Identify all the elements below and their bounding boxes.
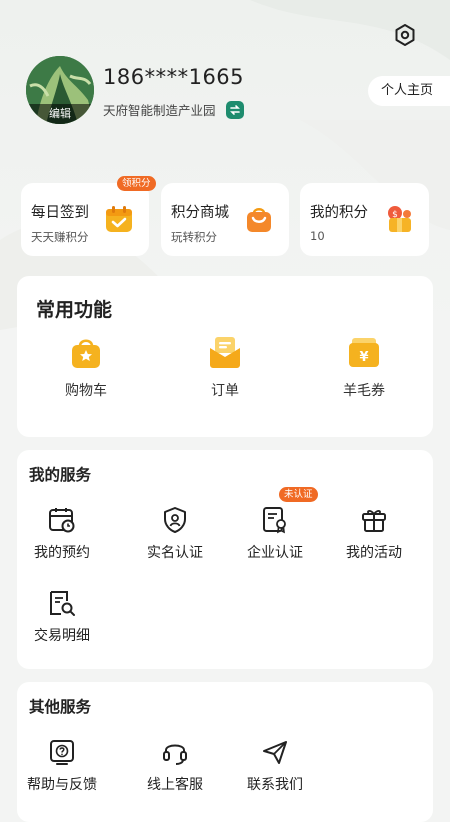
- card-title: 我的积分: [310, 205, 368, 221]
- park-row[interactable]: 天府智能制造产业园: [103, 100, 244, 119]
- service-online-support[interactable]: 线上客服: [125, 738, 225, 794]
- cart-label: 购物车: [65, 383, 107, 399]
- order-item[interactable]: 订单: [180, 334, 270, 400]
- card-title: 每日签到: [31, 205, 89, 221]
- shopping-bag-icon: [247, 208, 271, 232]
- company-cert-label: 企业认证: [247, 545, 303, 561]
- transactions-label: 交易明细: [34, 628, 90, 644]
- other-services-title: 其他服务: [29, 698, 92, 716]
- profile-button[interactable]: 个人主页: [368, 76, 450, 106]
- calendar-check-icon: [106, 206, 132, 232]
- park-name: 天府智能制造产业园: [103, 103, 216, 118]
- avatar-edit-label[interactable]: 编辑: [26, 104, 94, 124]
- card-subtitle: 玩转积分: [171, 230, 217, 244]
- points-value: 10: [310, 229, 325, 243]
- service-realname[interactable]: 实名认证: [125, 506, 225, 562]
- order-icon: [210, 337, 240, 368]
- coupon-item[interactable]: ¥ 羊毛券: [319, 334, 409, 400]
- user-phone: 186****1665: [103, 65, 245, 89]
- my-services-title: 我的服务: [29, 466, 92, 484]
- service-contact[interactable]: 联系我们: [225, 738, 325, 794]
- points-badge: 领积分: [117, 176, 156, 191]
- company-cert-icon: [263, 507, 286, 534]
- shield-user-icon: [164, 507, 186, 533]
- my-points-card[interactable]: 我的积分 10 $: [300, 183, 429, 256]
- appointment-label: 我的预约: [34, 545, 90, 561]
- gift-box-icon: [362, 510, 386, 532]
- service-activities[interactable]: 我的活动: [324, 506, 424, 562]
- coin-gift-icon: $: [388, 206, 411, 232]
- realname-label: 实名认证: [147, 545, 203, 561]
- help-feedback-icon: [50, 740, 74, 765]
- cart-item[interactable]: 购物车: [41, 334, 131, 400]
- my-services-card: 我的服务 未认证 我的预约 实名认证 企业认证 我的活动 交易明细: [17, 450, 433, 669]
- other-services-card: 其他服务 帮助与反馈 线上客服 联系我们: [17, 682, 433, 822]
- service-help[interactable]: 帮助与反馈: [12, 738, 112, 794]
- receipt-search-icon: [50, 591, 75, 616]
- switch-park-icon[interactable]: [225, 100, 244, 119]
- online-support-label: 线上客服: [147, 777, 203, 793]
- common-functions-title: 常用功能: [36, 299, 113, 321]
- card-subtitle: 天天赚积分: [31, 230, 89, 244]
- service-appointment[interactable]: 我的预约: [12, 506, 112, 562]
- settings-hexagon-icon[interactable]: [392, 22, 418, 48]
- coupon-label: 羊毛券: [343, 383, 385, 399]
- service-transactions[interactable]: 交易明细: [12, 589, 112, 645]
- activities-label: 我的活动: [346, 545, 402, 561]
- order-label: 订单: [211, 383, 239, 399]
- daily-checkin-card[interactable]: 每日签到 天天赚积分: [21, 183, 149, 256]
- svg-text:¥: ¥: [359, 350, 368, 365]
- points-mall-card[interactable]: 积分商城 玩转积分: [161, 183, 289, 256]
- contact-label: 联系我们: [247, 777, 303, 793]
- unverified-badge: 未认证: [279, 487, 318, 502]
- card-title: 积分商城: [171, 205, 229, 221]
- common-functions-card: 常用功能 购物车 订单 ¥ 羊毛券: [17, 276, 433, 437]
- coupon-icon: ¥: [349, 338, 379, 367]
- avatar[interactable]: 编辑: [26, 56, 94, 124]
- calendar-clock-icon: [49, 508, 75, 533]
- service-company-cert[interactable]: 企业认证: [225, 506, 325, 562]
- paper-plane-icon: [263, 741, 287, 764]
- help-label: 帮助与反馈: [27, 777, 97, 793]
- cart-bag-icon: [72, 339, 100, 368]
- headset-icon: [163, 744, 187, 765]
